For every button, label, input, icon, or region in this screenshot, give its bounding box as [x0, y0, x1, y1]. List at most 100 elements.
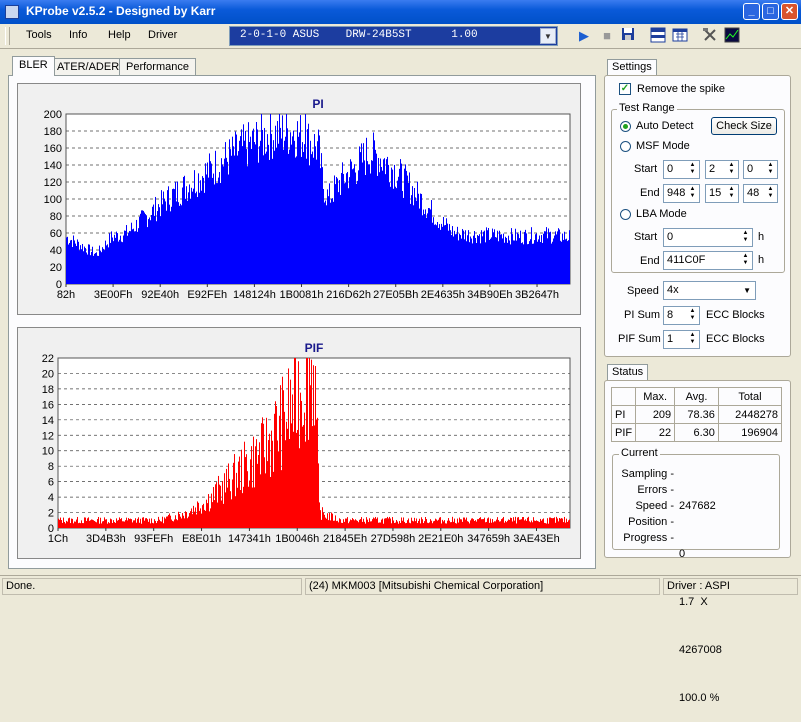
spinner-icon[interactable]: ▲ ▼: [687, 308, 698, 323]
pif-bar: [243, 486, 244, 528]
lba-start-input[interactable]: 0 ▲ ▼: [663, 228, 753, 247]
remove-spike-checkbox[interactable]: ✓: [619, 83, 631, 95]
save-icon[interactable]: [618, 27, 638, 45]
pi-bar: [301, 156, 302, 284]
menu-info[interactable]: Info: [69, 29, 87, 41]
pi-bar: [325, 200, 326, 284]
msf-mode-radio[interactable]: [620, 141, 631, 152]
minimize-button[interactable]: _: [743, 3, 760, 20]
chevron-down-icon[interactable]: ▼: [540, 28, 556, 44]
chevron-down-icon[interactable]: ▼: [743, 282, 751, 299]
pi-bar: [120, 235, 121, 284]
spinner-icon[interactable]: ▲ ▼: [765, 186, 776, 201]
status-tab[interactable]: Status: [607, 364, 649, 380]
pi-bar: [479, 234, 480, 284]
pif-bar: [374, 518, 375, 528]
pif-bar: [363, 518, 364, 528]
pif-bar: [467, 521, 468, 528]
msf-start-frame[interactable]: 0 ▲ ▼: [743, 160, 778, 179]
calendar-icon[interactable]: [670, 27, 690, 45]
pi-sum-input[interactable]: 8 ▲ ▼: [663, 306, 700, 325]
pi-bar: [298, 136, 299, 284]
pi-bar: [518, 234, 519, 284]
stop-icon[interactable]: ■: [597, 27, 617, 45]
pif-bar: [478, 519, 479, 528]
settings-tab[interactable]: Settings: [607, 59, 657, 75]
pi-bar: [234, 155, 235, 284]
pi-bar: [273, 140, 274, 284]
pi-bar: [217, 183, 218, 284]
pif-bar: [291, 423, 292, 528]
menu-help[interactable]: Help: [108, 29, 131, 41]
tab-performance[interactable]: Performance: [119, 58, 196, 76]
pi-bar: [188, 192, 189, 284]
pi-bar: [191, 187, 192, 284]
msf-end-frame[interactable]: 48 ▲ ▼: [743, 184, 778, 203]
spinner-icon[interactable]: ▲ ▼: [726, 186, 737, 201]
check-size-button[interactable]: Check Size: [711, 117, 777, 135]
msf-end-sec[interactable]: 15 ▲ ▼: [705, 184, 739, 203]
tools-icon[interactable]: [700, 27, 720, 45]
close-button[interactable]: ✕: [781, 3, 798, 20]
pi-bar: [424, 214, 425, 284]
spinner-icon[interactable]: ▲ ▼: [687, 186, 698, 201]
maximize-button[interactable]: □: [762, 3, 779, 20]
msf-start-min[interactable]: 0 ▲ ▼: [663, 160, 700, 179]
pi-bar: [272, 158, 273, 284]
pi-bar: [74, 240, 75, 284]
pif-bar: [497, 517, 498, 528]
lba-mode-radio[interactable]: [620, 209, 631, 220]
msf-start-sec[interactable]: 2 ▲ ▼: [705, 160, 739, 179]
drive-select[interactable]: 2-0-1-0 ASUS DRW-24B5ST 1.00 ▼: [229, 26, 558, 46]
pif-bar: [484, 517, 485, 528]
spinner-icon[interactable]: ▲ ▼: [740, 253, 751, 268]
pif-bar: [474, 520, 475, 528]
spinner-icon[interactable]: ▲ ▼: [687, 162, 698, 177]
pi-bar: [375, 149, 376, 284]
pi-xtick-label: 216D62h: [326, 289, 371, 301]
pif-bar: [392, 517, 393, 528]
tab-bler[interactable]: BLER: [12, 56, 55, 76]
pi-bar: [524, 231, 525, 284]
spinner-icon[interactable]: ▲ ▼: [765, 162, 776, 177]
status-header-cell: Avg.: [674, 387, 719, 406]
status-header-cell: Total: [717, 387, 783, 406]
pif-bar: [72, 518, 73, 528]
lba-end-input[interactable]: 411C0F ▲ ▼: [663, 251, 753, 270]
msf-end-min[interactable]: 948 ▲ ▼: [663, 184, 700, 203]
spinner-icon[interactable]: ▲ ▼: [687, 332, 698, 347]
pif-bar: [134, 520, 135, 528]
speed-label: Speed: [627, 285, 659, 297]
pif-bar: [188, 516, 189, 528]
spinner-icon[interactable]: ▲ ▼: [740, 230, 751, 245]
menu-driver[interactable]: Driver: [148, 29, 177, 41]
pif-bar: [180, 516, 181, 528]
pif-bar: [527, 517, 528, 528]
pif-bar: [541, 520, 542, 528]
pi-bar: [86, 252, 87, 284]
pif-sum-input[interactable]: 1 ▲ ▼: [663, 330, 700, 349]
pif-bar: [133, 520, 134, 528]
speed-select[interactable]: 4x ▼: [663, 281, 756, 300]
pif-bar: [290, 379, 291, 528]
menu-tools[interactable]: Tools: [26, 29, 52, 41]
play-icon[interactable]: ▶: [574, 27, 594, 45]
auto-detect-radio[interactable]: [620, 121, 631, 132]
layout-icon[interactable]: [648, 27, 668, 45]
pif-bar: [529, 521, 530, 528]
pi-bar: [395, 186, 396, 284]
pif-bar: [287, 428, 288, 528]
spinner-icon[interactable]: ▲ ▼: [726, 162, 737, 177]
tab-ater-ader[interactable]: ATER/ADER: [50, 58, 127, 76]
chart-icon[interactable]: [722, 27, 742, 45]
pif-bar: [60, 517, 61, 528]
pif-bar: [486, 521, 487, 528]
pif-bar: [231, 499, 232, 528]
pi-bar: [371, 160, 372, 284]
pif-bar: [106, 519, 107, 528]
title-bar[interactable]: KProbe v2.5.2 - Designed by Karr _ □ ✕: [0, 0, 801, 24]
pi-bar: [247, 166, 248, 284]
pif-bar: [200, 508, 201, 528]
pi-bar: [468, 230, 469, 284]
pi-bar: [132, 229, 133, 284]
